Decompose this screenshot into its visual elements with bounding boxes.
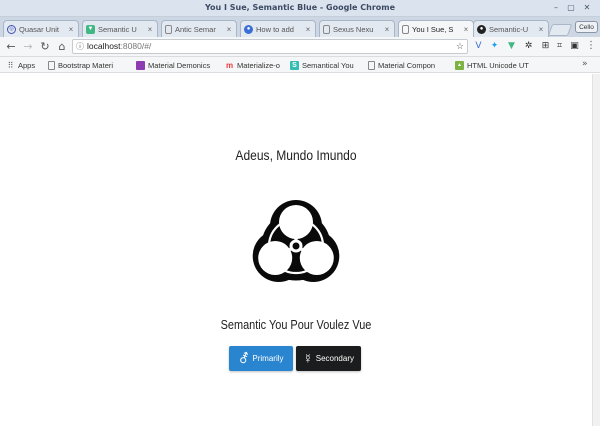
bookmark-materialize[interactable]: m Materialize-o	[225, 59, 280, 71]
tab-strip: ◎ Quasar Unit × ▼ Semantic U × Antic Sem…	[0, 17, 600, 37]
bookmark-material-compon[interactable]: Material Compon	[368, 59, 435, 71]
vue-icon: ▼	[86, 24, 95, 34]
extension-grid-icon[interactable]: ⊞	[540, 41, 551, 52]
page-icon	[165, 24, 172, 34]
tab-sexus[interactable]: Sexus Nexu ×	[319, 20, 395, 37]
new-tab-button[interactable]	[547, 24, 573, 36]
close-tab-icon[interactable]: ×	[67, 25, 75, 34]
minimize-icon[interactable]: –	[551, 3, 561, 13]
tab-label: Sexus Nexu	[333, 24, 374, 34]
reload-icon[interactable]: ↻	[38, 40, 52, 54]
address-path: :8080/#/	[120, 41, 152, 51]
primarily-button[interactable]: ⚦ Primarily	[229, 346, 293, 371]
forward-arrow-icon[interactable]: →	[21, 40, 35, 54]
bookmark-label: Semantical You	[302, 60, 354, 70]
secondary-button-label: Secondary	[315, 354, 354, 363]
biohazard-icon	[252, 200, 340, 282]
extension-gear-icon[interactable]: ✲	[523, 41, 534, 52]
bookmarks-bar: ⠿ Apps Bootstrap Materi Material Demonic…	[0, 57, 600, 73]
close-window-icon[interactable]: ✕	[582, 3, 592, 13]
page-icon	[402, 24, 409, 34]
tab-label: Semantic-U	[489, 24, 529, 34]
bookmark-label: Materialize-o	[237, 60, 280, 70]
extension-v-icon[interactable]: V	[473, 41, 484, 52]
browser-toolbar: ← → ↻ ⌂ ⓘ localhost:8080/#/ ☆ V ✦ ▼ ✲ ⊞ …	[0, 37, 600, 57]
close-tab-icon[interactable]: ×	[537, 25, 545, 34]
bookmark-label: HTML Unicode UT	[467, 60, 529, 70]
close-tab-icon[interactable]: ×	[146, 25, 154, 34]
purple-square-icon	[136, 60, 145, 70]
page-subheading: Semantic You Pour Voulez Vue	[220, 317, 372, 332]
bookmark-star-icon[interactable]: ☆	[456, 40, 464, 53]
close-tab-icon[interactable]: ×	[462, 25, 470, 34]
tab-label: Quasar Unit	[19, 24, 60, 34]
tab-semantic-github[interactable]: ● Semantic-U ×	[473, 20, 549, 37]
page-icon	[323, 24, 330, 34]
male-symbol-icon: ⚦	[238, 351, 250, 366]
vue-devtools-icon[interactable]: ▼	[506, 41, 517, 52]
info-icon[interactable]: ⓘ	[76, 40, 84, 53]
extension-frame-icon[interactable]: ⌗	[554, 41, 565, 52]
twitter-icon[interactable]: ✦	[489, 41, 500, 52]
bookmark-label: Bootstrap Materi	[58, 60, 114, 70]
tab-label: How to add	[256, 24, 294, 34]
bookmark-material-demonics[interactable]: Material Demonics	[136, 59, 210, 71]
bookmark-html-unicode[interactable]: ▲ HTML Unicode UT	[455, 59, 529, 71]
tab-semantic-ui[interactable]: ▼ Semantic U ×	[82, 20, 158, 37]
bookmark-label: Material Demonics	[148, 60, 211, 70]
page-icon	[48, 60, 55, 70]
mercury-symbol-icon: ☿	[303, 351, 313, 366]
extension-box-icon[interactable]: ▣	[569, 41, 580, 52]
secondary-button[interactable]: ☿ Secondary	[296, 346, 361, 371]
maximize-icon[interactable]: ▢	[566, 3, 576, 13]
window-title: You I Sue, Semantic Blue - Google Chrome	[204, 3, 396, 12]
page-icon	[368, 60, 375, 70]
page-content: Adeus, Mundo Imundo Semantic You Pour Vo…	[0, 74, 592, 426]
more-bookmarks-icon[interactable]: »	[582, 59, 588, 69]
address-bar[interactable]: ⓘ localhost:8080/#/ ☆	[72, 39, 468, 54]
semantic-s-icon: S	[290, 60, 299, 70]
github-icon: ●	[477, 24, 486, 34]
window-titlebar: You I Sue, Semantic Blue - Google Chrome…	[0, 0, 600, 17]
bookmark-label: Material Compon	[378, 60, 436, 70]
close-tab-icon[interactable]: ×	[383, 25, 391, 34]
bookmark-apps[interactable]: ⠿ Apps	[6, 59, 36, 71]
tab-label: Semantic U	[98, 24, 137, 34]
image-icon: ▲	[455, 60, 464, 70]
close-tab-icon[interactable]: ×	[304, 25, 312, 34]
menu-dots-icon[interactable]: ⋮	[586, 40, 596, 51]
apps-grid-icon: ⠿	[7, 60, 14, 70]
tab-how-to-add[interactable]: ● How to add ×	[240, 20, 316, 37]
materialize-m-icon: m	[225, 60, 234, 70]
page-scrollbar[interactable]	[592, 74, 600, 426]
tab-quasar[interactable]: ◎ Quasar Unit ×	[3, 20, 79, 37]
quasar-icon: ◎	[7, 24, 16, 34]
tab-label: Antic Semar	[175, 24, 216, 34]
profile-button[interactable]: Cello	[575, 21, 598, 33]
back-arrow-icon[interactable]: ←	[4, 40, 18, 54]
tab-you-i-sue[interactable]: You I Sue, S ×	[398, 20, 474, 37]
tab-antic[interactable]: Antic Semar ×	[161, 20, 237, 37]
bookmark-bootstrap[interactable]: Bootstrap Materi	[48, 59, 113, 71]
page-heading: Adeus, Mundo Imundo	[235, 147, 357, 163]
address-host: localhost	[87, 41, 121, 51]
bookmark-semantical-you[interactable]: S Semantical You	[290, 59, 354, 71]
globe-icon: ●	[244, 24, 253, 34]
tab-label: You I Sue, S	[412, 24, 454, 34]
primarily-button-label: Primarily	[252, 354, 284, 363]
bookmark-label: Apps	[18, 60, 36, 70]
close-tab-icon[interactable]: ×	[225, 25, 233, 34]
home-icon[interactable]: ⌂	[55, 40, 69, 54]
